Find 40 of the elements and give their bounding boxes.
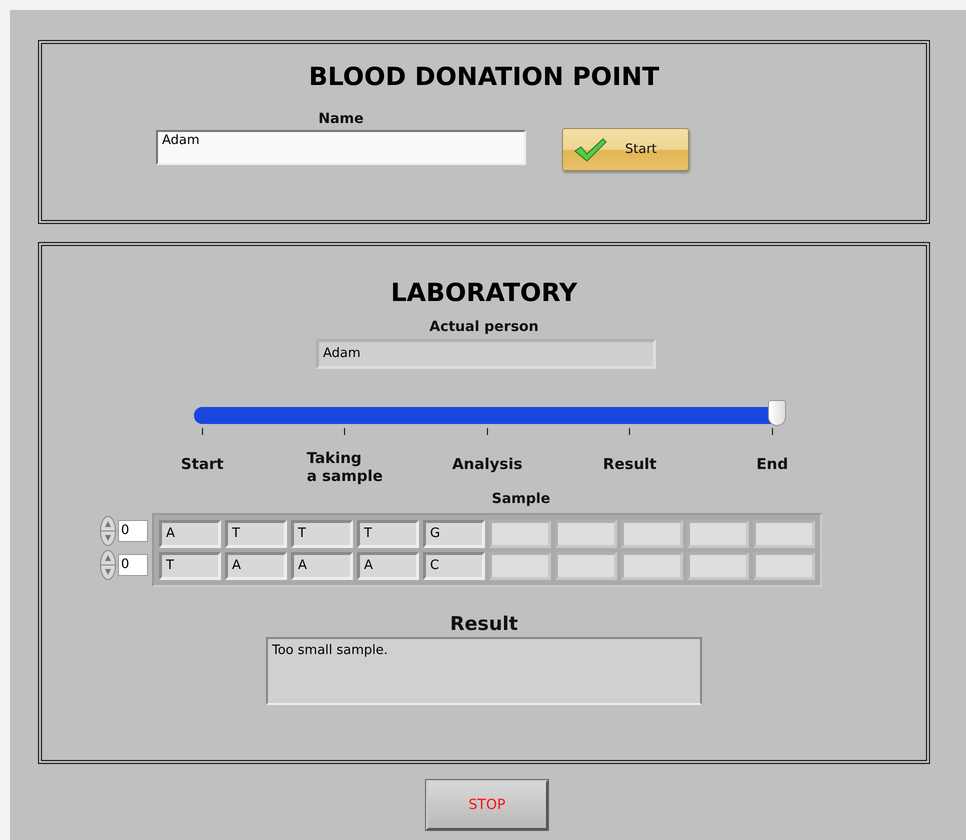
index-field[interactable]: 0: [118, 520, 148, 542]
array-cell: A: [159, 520, 221, 548]
array-cell: A: [291, 552, 353, 580]
panel-title: BLOOD DONATION POINT: [308, 62, 660, 91]
sample-label: Sample: [492, 491, 550, 507]
array-cell: A: [225, 552, 287, 580]
empty-cell: [489, 552, 551, 580]
array-cell: A: [357, 552, 419, 580]
array-cell: T: [291, 520, 353, 548]
slider-thumb[interactable]: [768, 400, 786, 426]
empty-cell: [753, 520, 815, 548]
spinner-icon[interactable]: [100, 516, 116, 546]
empty-cell: [687, 552, 749, 580]
scale-label: Taking a sample: [306, 449, 383, 485]
index-field[interactable]: 0: [118, 554, 148, 576]
empty-cell: [489, 520, 551, 548]
scale-label: Start: [180, 455, 224, 473]
name-label: Name: [318, 111, 364, 127]
empty-cell: [555, 552, 617, 580]
name-field[interactable]: Adam: [156, 130, 526, 165]
checkmark-icon: [573, 136, 607, 162]
array-cell: C: [423, 552, 485, 580]
empty-cell: [687, 520, 749, 548]
array-cell: T: [357, 520, 419, 548]
array-cell: T: [159, 552, 221, 580]
array-cell: T: [225, 520, 287, 548]
panel-title: LABORATORY: [390, 278, 578, 307]
scale-label: Result: [602, 455, 657, 473]
start-button[interactable]: Start: [562, 128, 689, 171]
scale-label: Analysis: [452, 455, 522, 473]
scale-label: End: [756, 455, 788, 473]
empty-cell: [753, 552, 815, 580]
result-label: Result: [450, 613, 518, 635]
spinner-icon[interactable]: [100, 550, 116, 580]
empty-cell: [555, 520, 617, 548]
array-cell: G: [423, 520, 485, 548]
actual-person-field: Adam: [316, 339, 656, 369]
empty-cell: [621, 552, 683, 580]
actual-person-label: Actual person: [429, 319, 539, 335]
empty-cell: [621, 520, 683, 548]
